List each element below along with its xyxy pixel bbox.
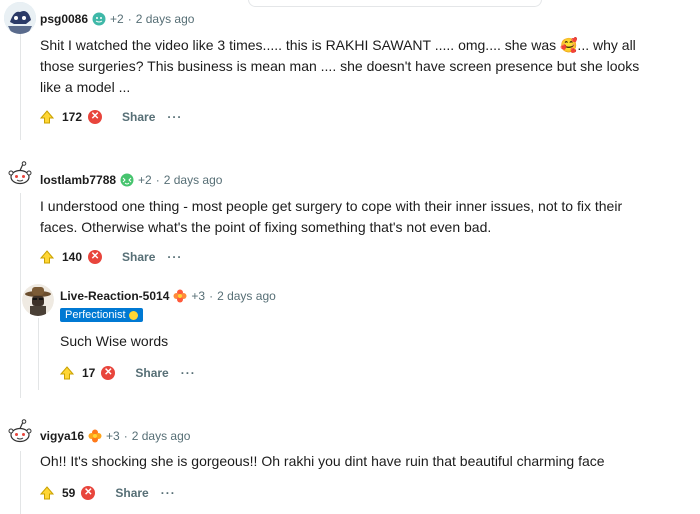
snoo-avatar-icon bbox=[4, 158, 36, 190]
comment-meta: lostlamb7788 +2 · 2 days ago bbox=[40, 173, 222, 187]
search-bar-edge bbox=[248, 0, 542, 7]
more-options-icon[interactable]: ··· bbox=[161, 486, 176, 500]
orange-flower-icon bbox=[88, 429, 102, 443]
thread-line bbox=[20, 193, 21, 398]
downvote-icon[interactable]: ✕ bbox=[81, 486, 96, 500]
comment-meta: Live-Reaction-5014 +3 · 2 days ago bbox=[60, 289, 276, 303]
comment-body: I understood one thing - most people get… bbox=[40, 196, 622, 238]
avatar[interactable] bbox=[4, 416, 36, 448]
comment-body: Shit I watched the video like 3 times...… bbox=[40, 35, 639, 98]
karma-count: +3 bbox=[106, 429, 120, 443]
vote-score: 59 bbox=[62, 486, 76, 500]
comment-actions: 59 ✕ Share ··· bbox=[39, 481, 176, 505]
more-options-icon[interactable]: ··· bbox=[167, 110, 182, 124]
thread-line bbox=[38, 318, 39, 390]
vote-score: 17 bbox=[82, 366, 96, 380]
comment-line: those surgeries? This business is mean m… bbox=[40, 58, 640, 74]
share-button[interactable]: Share bbox=[122, 250, 155, 264]
separator: · bbox=[209, 289, 214, 303]
smile-emoji-icon bbox=[128, 310, 138, 320]
comment-body: Such Wise words bbox=[60, 331, 168, 352]
snoo-avatar-icon bbox=[4, 416, 36, 448]
comment-line: Shit I watched the video like 3 times...… bbox=[40, 37, 636, 53]
separator: · bbox=[155, 173, 160, 187]
username[interactable]: Live-Reaction-5014 bbox=[60, 289, 169, 303]
vote-score: 140 bbox=[62, 250, 83, 264]
downvote-icon[interactable]: ✕ bbox=[88, 110, 103, 124]
avatar[interactable] bbox=[22, 284, 54, 316]
cowboy-avatar-icon bbox=[22, 284, 54, 316]
more-options-icon[interactable]: ··· bbox=[181, 366, 196, 380]
timestamp[interactable]: 2 days ago bbox=[136, 12, 195, 26]
comment-actions: 172 ✕ Share ··· bbox=[39, 105, 182, 129]
karma-count: +2 bbox=[110, 12, 124, 26]
comment-meta: vigya16 +3 · 2 days ago bbox=[40, 429, 190, 443]
timestamp[interactable]: 2 days ago bbox=[164, 173, 223, 187]
downvote-icon[interactable]: ✕ bbox=[88, 250, 103, 264]
upvote-icon[interactable] bbox=[39, 110, 55, 124]
more-options-icon[interactable]: ··· bbox=[167, 250, 182, 264]
username[interactable]: psg0086 bbox=[40, 12, 88, 26]
comment-line: Oh!! It's shocking she is gorgeous!! Oh … bbox=[40, 453, 605, 469]
downvote-icon[interactable]: ✕ bbox=[101, 366, 116, 380]
thread-line bbox=[20, 451, 21, 514]
karma-count: +2 bbox=[138, 173, 152, 187]
upvote-icon[interactable] bbox=[39, 486, 55, 500]
comment-actions: 17 ✕ Share ··· bbox=[59, 361, 196, 385]
user-flair-text: Perfectionist bbox=[65, 309, 126, 321]
comment-line: Such Wise words bbox=[60, 333, 169, 349]
teal-emoji-icon bbox=[92, 12, 106, 26]
timestamp[interactable]: 2 days ago bbox=[132, 429, 191, 443]
comment-meta: psg0086 +2 · 2 days ago bbox=[40, 12, 194, 26]
flower-emoji-icon bbox=[173, 289, 187, 303]
comment-line: faces. Otherwise what's the point of fix… bbox=[40, 219, 492, 235]
avatar[interactable] bbox=[4, 158, 36, 190]
user-flair-badge: Perfectionist bbox=[60, 308, 143, 322]
comment-line: I understood one thing - most people get… bbox=[40, 198, 623, 214]
timestamp[interactable]: 2 days ago bbox=[217, 289, 276, 303]
avatar[interactable] bbox=[4, 2, 36, 34]
separator: · bbox=[123, 429, 128, 443]
share-button[interactable]: Share bbox=[122, 110, 155, 124]
sparkle-emoji-icon bbox=[120, 173, 134, 187]
username[interactable]: lostlamb7788 bbox=[40, 173, 116, 187]
upvote-icon[interactable] bbox=[39, 250, 55, 264]
share-button[interactable]: Share bbox=[115, 486, 148, 500]
karma-count: +3 bbox=[191, 289, 206, 303]
avatar-icon bbox=[4, 2, 36, 34]
comment-line: like a model ... bbox=[40, 79, 131, 95]
vote-score: 172 bbox=[62, 110, 83, 124]
separator: · bbox=[127, 12, 132, 26]
comment-body: Oh!! It's shocking she is gorgeous!! Oh … bbox=[40, 451, 605, 472]
upvote-icon[interactable] bbox=[59, 366, 75, 380]
thread-line bbox=[20, 34, 21, 140]
comment-actions: 140 ✕ Share ··· bbox=[39, 245, 182, 269]
username[interactable]: vigya16 bbox=[40, 429, 84, 443]
share-button[interactable]: Share bbox=[135, 366, 168, 380]
